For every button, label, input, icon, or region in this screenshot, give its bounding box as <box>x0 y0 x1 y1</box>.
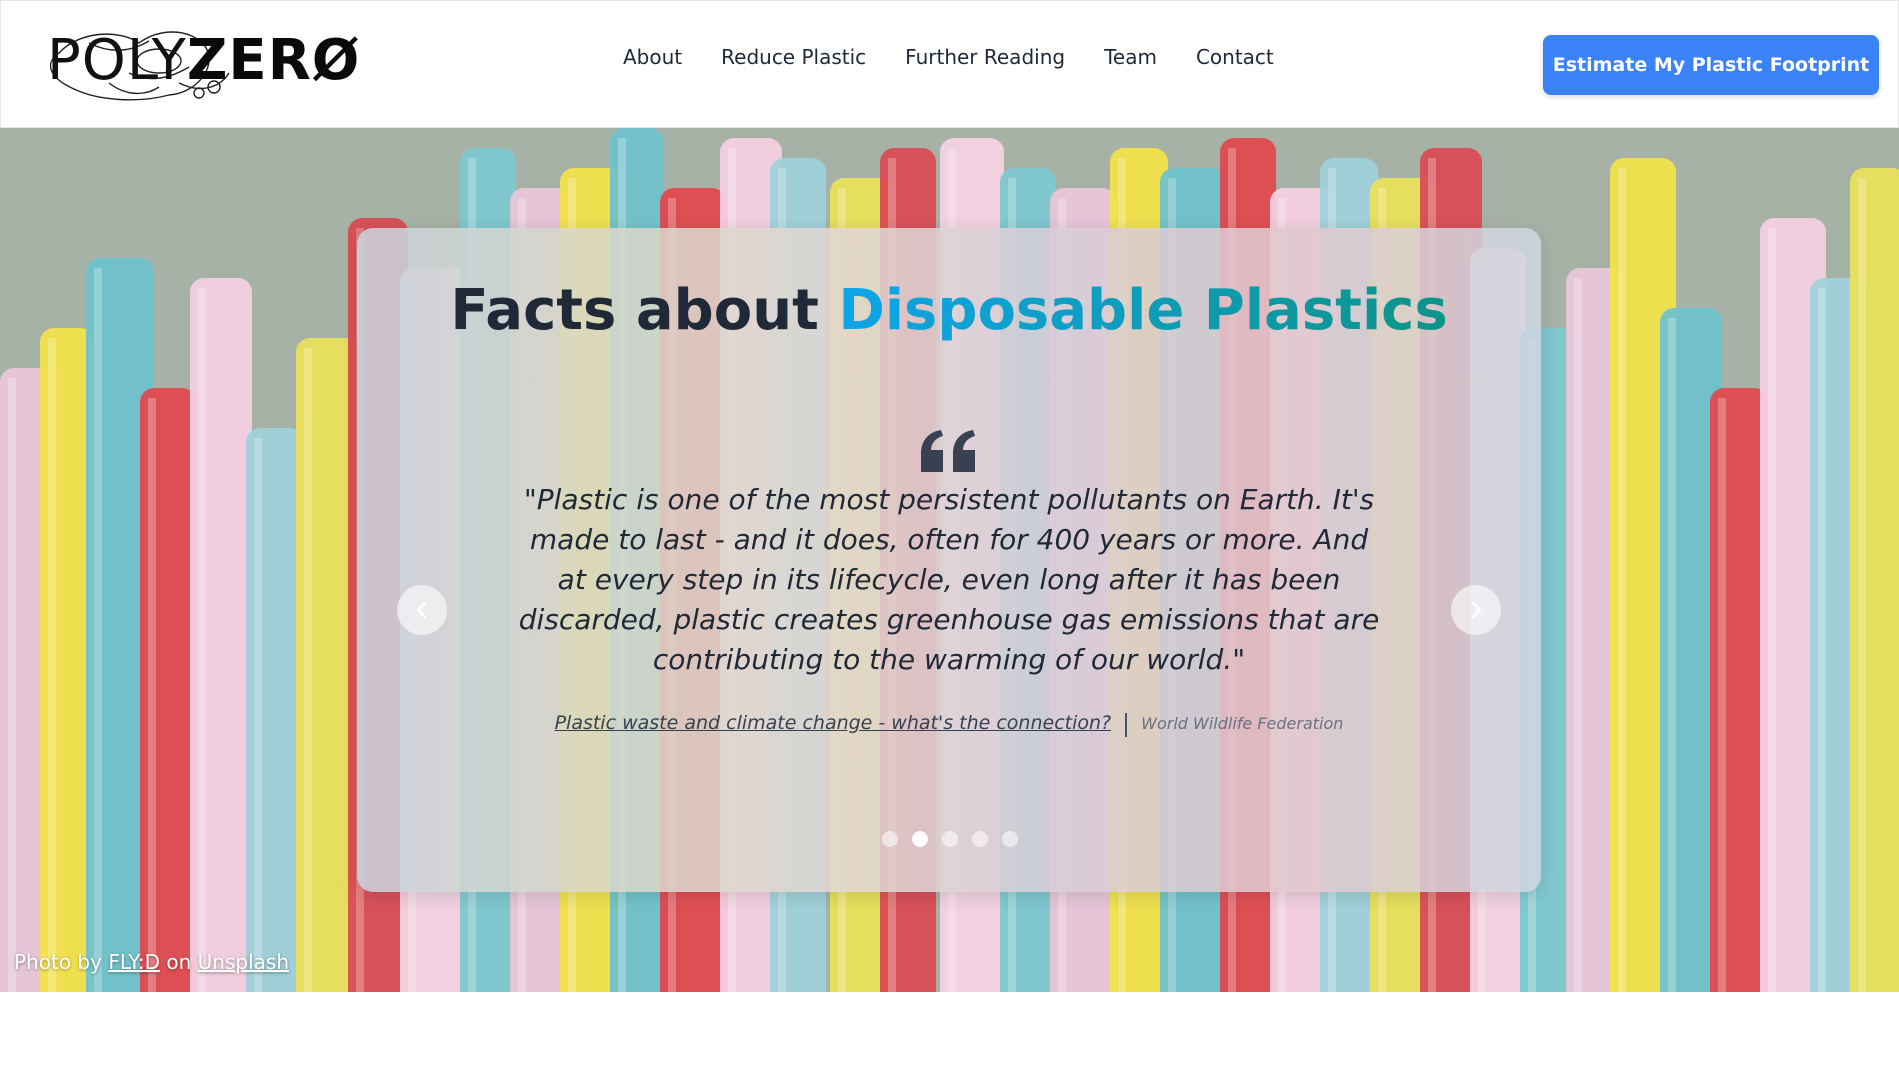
carousel-next-button[interactable] <box>1451 585 1501 635</box>
chevron-right-icon <box>1471 601 1482 619</box>
source-link[interactable]: Plastic waste and climate change - what'… <box>555 712 1112 734</box>
main-nav: About Reduce Plastic Further Reading Tea… <box>623 45 1313 69</box>
credit-middle: on <box>166 950 192 974</box>
nav-item-reduce-plastic[interactable]: Reduce Plastic <box>721 45 866 69</box>
source-divider <box>1125 712 1128 737</box>
quote-source: Plastic waste and climate change - what'… <box>357 712 1541 737</box>
site-header: POLYZERØ About Reduce Plastic Further Re… <box>0 0 1899 128</box>
carousel-dot-1[interactable] <box>882 831 898 847</box>
credit-author-link[interactable]: FLY:D <box>108 950 160 974</box>
title-prefix: Facts about <box>450 278 819 343</box>
nav-item-further-reading[interactable]: Further Reading <box>905 45 1065 69</box>
logo-wordmark: POLYZERØ <box>47 33 360 89</box>
credit-site-link[interactable]: Unsplash <box>198 950 289 974</box>
carousel-dot-4[interactable] <box>972 831 988 847</box>
logo-poly-text: POLY <box>47 28 187 93</box>
quote-icon <box>921 430 975 472</box>
hero-section: Facts about Disposable Plastics "Plastic… <box>0 128 1899 992</box>
logo-zero-text: ZERØ <box>186 28 361 93</box>
carousel-dot-2[interactable] <box>912 831 928 847</box>
credit-prefix: Photo by <box>14 950 102 974</box>
facts-carousel-card: Facts about Disposable Plastics "Plastic… <box>357 228 1541 892</box>
title-highlight: Disposable Plastics <box>838 278 1448 343</box>
estimate-footprint-button[interactable]: Estimate My Plastic Footprint <box>1543 35 1879 95</box>
card-title: Facts about Disposable Plastics <box>357 278 1541 343</box>
chevron-left-icon <box>416 601 427 619</box>
carousel-prev-button[interactable] <box>397 585 447 635</box>
nav-item-contact[interactable]: Contact <box>1196 45 1274 69</box>
carousel-dot-5[interactable] <box>1002 831 1018 847</box>
carousel-indicators <box>882 831 1018 847</box>
carousel-dot-3[interactable] <box>942 831 958 847</box>
fact-quote: "Plastic is one of the most persistent p… <box>518 483 1380 676</box>
photo-credit: Photo by FLY:D on Unsplash <box>14 950 289 974</box>
nav-item-about[interactable]: About <box>623 45 682 69</box>
source-organization: World Wildlife Federation <box>1141 714 1344 733</box>
polyzero-logo[interactable]: POLYZERØ <box>29 23 359 107</box>
nav-item-team[interactable]: Team <box>1104 45 1157 69</box>
